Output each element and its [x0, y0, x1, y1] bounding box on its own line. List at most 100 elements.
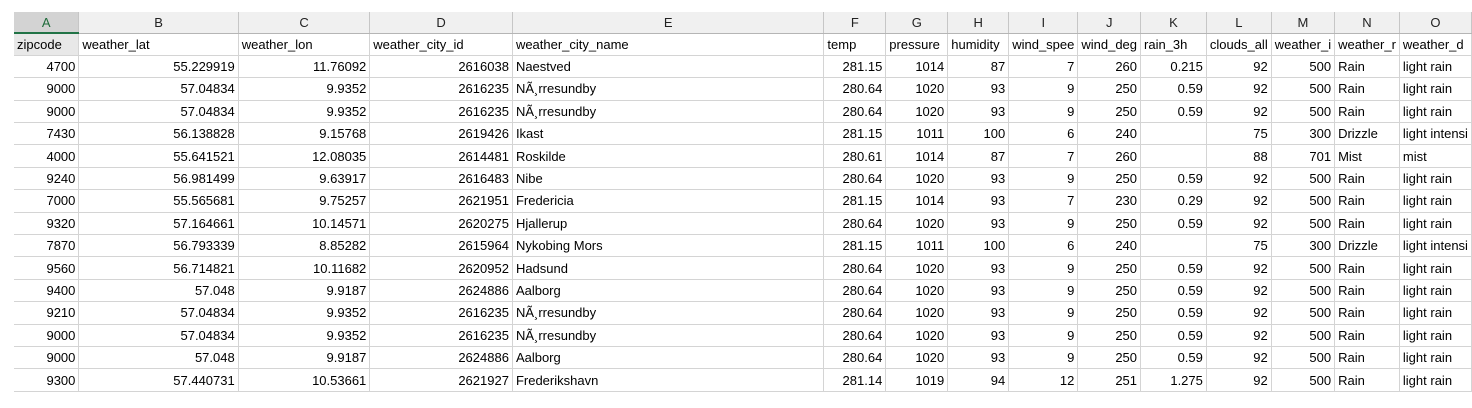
- table-cell[interactable]: light rain: [1399, 189, 1472, 213]
- column-header-m[interactable]: M: [1271, 12, 1336, 34]
- table-cell[interactable]: 1020: [885, 346, 949, 370]
- table-cell[interactable]: 500: [1271, 279, 1336, 303]
- table-cell[interactable]: Nykobing Mors: [512, 234, 825, 258]
- field-header-cell[interactable]: wind_deg: [1077, 33, 1142, 56]
- column-header-d[interactable]: D: [369, 12, 513, 34]
- table-cell[interactable]: 0.215: [1140, 55, 1207, 79]
- table-cell[interactable]: light rain: [1399, 100, 1472, 124]
- table-cell[interactable]: 1020: [885, 324, 949, 347]
- table-cell[interactable]: Rain: [1334, 368, 1400, 392]
- table-cell[interactable]: Hadsund: [512, 256, 825, 280]
- table-cell[interactable]: 9320: [14, 212, 80, 236]
- table-cell[interactable]: 240: [1077, 122, 1142, 146]
- field-header-cell[interactable]: temp: [823, 33, 887, 56]
- table-cell[interactable]: 1020: [885, 100, 949, 124]
- table-cell[interactable]: 9: [1008, 212, 1079, 236]
- field-header-cell[interactable]: clouds_all: [1206, 33, 1272, 56]
- table-cell[interactable]: 57.04834: [78, 100, 239, 124]
- table-cell[interactable]: 93: [947, 189, 1010, 213]
- table-cell[interactable]: Drizzle: [1334, 234, 1400, 258]
- table-cell[interactable]: Aalborg: [512, 346, 825, 370]
- table-cell[interactable]: light intensi: [1399, 234, 1472, 258]
- table-cell[interactable]: 230: [1077, 189, 1142, 213]
- table-cell[interactable]: 2620275: [369, 212, 513, 236]
- table-cell[interactable]: 0.59: [1140, 346, 1207, 370]
- table-cell[interactable]: 9000: [14, 77, 80, 101]
- table-cell[interactable]: 7: [1008, 55, 1079, 79]
- table-cell[interactable]: 0.59: [1140, 77, 1207, 101]
- table-cell[interactable]: light rain: [1399, 346, 1472, 370]
- table-cell[interactable]: [1140, 234, 1207, 258]
- table-cell[interactable]: 9: [1008, 346, 1079, 370]
- table-cell[interactable]: 7: [1008, 144, 1079, 168]
- table-cell[interactable]: 93: [947, 279, 1010, 303]
- table-cell[interactable]: 250: [1077, 324, 1142, 347]
- table-cell[interactable]: 280.64: [823, 346, 887, 370]
- table-cell[interactable]: Mist: [1334, 144, 1400, 168]
- field-header-cell[interactable]: weather_lon: [238, 33, 371, 56]
- table-cell[interactable]: 93: [947, 324, 1010, 347]
- table-cell[interactable]: 92: [1206, 368, 1272, 392]
- table-cell[interactable]: 9.9352: [238, 301, 371, 325]
- table-cell[interactable]: 12: [1008, 368, 1079, 392]
- table-cell[interactable]: 9.9187: [238, 346, 371, 370]
- table-cell[interactable]: 9000: [14, 324, 80, 347]
- table-cell[interactable]: 93: [947, 77, 1010, 101]
- field-header-cell[interactable]: weather_city_id: [369, 33, 513, 56]
- table-cell[interactable]: light rain: [1399, 256, 1472, 280]
- table-cell[interactable]: 92: [1206, 301, 1272, 325]
- table-cell[interactable]: Rain: [1334, 346, 1400, 370]
- table-cell[interactable]: 75: [1206, 122, 1272, 146]
- table-cell[interactable]: 280.64: [823, 167, 887, 191]
- table-cell[interactable]: 250: [1077, 100, 1142, 124]
- table-cell[interactable]: 281.15: [823, 234, 887, 258]
- table-cell[interactable]: 6: [1008, 234, 1079, 258]
- table-cell[interactable]: light rain: [1399, 167, 1472, 191]
- table-cell[interactable]: 1014: [885, 189, 949, 213]
- field-header-cell[interactable]: wind_spee: [1008, 33, 1079, 56]
- table-cell[interactable]: 93: [947, 256, 1010, 280]
- table-cell[interactable]: NÃ¸rresundby: [512, 301, 825, 325]
- table-cell[interactable]: Hjallerup: [512, 212, 825, 236]
- table-cell[interactable]: [1140, 122, 1207, 146]
- table-cell[interactable]: Rain: [1334, 167, 1400, 191]
- table-cell[interactable]: 1020: [885, 301, 949, 325]
- table-cell[interactable]: 280.61: [823, 144, 887, 168]
- table-cell[interactable]: NÃ¸rresundby: [512, 77, 825, 101]
- table-cell[interactable]: 1020: [885, 167, 949, 191]
- table-cell[interactable]: 56.981499: [78, 167, 239, 191]
- table-cell[interactable]: 87: [947, 55, 1010, 79]
- table-cell[interactable]: 92: [1206, 55, 1272, 79]
- table-cell[interactable]: 1020: [885, 77, 949, 101]
- table-cell[interactable]: 500: [1271, 100, 1336, 124]
- table-cell[interactable]: 9: [1008, 279, 1079, 303]
- table-cell[interactable]: 1014: [885, 55, 949, 79]
- table-cell[interactable]: 1019: [885, 368, 949, 392]
- table-cell[interactable]: 9: [1008, 301, 1079, 325]
- table-cell[interactable]: Rain: [1334, 212, 1400, 236]
- table-cell[interactable]: 92: [1206, 346, 1272, 370]
- table-cell[interactable]: NÃ¸rresundby: [512, 324, 825, 347]
- table-cell[interactable]: 2621927: [369, 368, 513, 392]
- table-cell[interactable]: 500: [1271, 212, 1336, 236]
- table-cell[interactable]: 281.15: [823, 122, 887, 146]
- table-cell[interactable]: 9000: [14, 346, 80, 370]
- table-cell[interactable]: 500: [1271, 189, 1336, 213]
- table-cell[interactable]: 57.440731: [78, 368, 239, 392]
- table-cell[interactable]: light rain: [1399, 55, 1472, 79]
- table-cell[interactable]: 2624886: [369, 346, 513, 370]
- table-cell[interactable]: 2616235: [369, 100, 513, 124]
- table-cell[interactable]: 8.85282: [238, 234, 371, 258]
- table-cell[interactable]: light rain: [1399, 324, 1472, 347]
- table-cell[interactable]: 7: [1008, 189, 1079, 213]
- table-cell[interactable]: 1011: [885, 122, 949, 146]
- table-cell[interactable]: 2615964: [369, 234, 513, 258]
- table-cell[interactable]: Rain: [1334, 100, 1400, 124]
- table-cell[interactable]: 1020: [885, 256, 949, 280]
- column-header-i[interactable]: I: [1008, 12, 1079, 34]
- table-cell[interactable]: 281.15: [823, 55, 887, 79]
- table-cell[interactable]: 9.15768: [238, 122, 371, 146]
- table-cell[interactable]: 0.59: [1140, 324, 1207, 347]
- table-cell[interactable]: 1011: [885, 234, 949, 258]
- table-cell[interactable]: 57.04834: [78, 301, 239, 325]
